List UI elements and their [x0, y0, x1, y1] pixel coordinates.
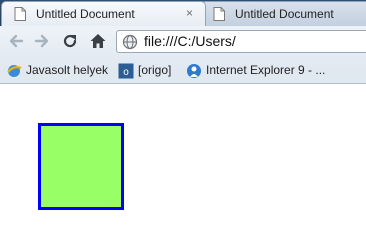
- navigation-toolbar: file:///C:/Users/: [0, 26, 366, 58]
- address-bar[interactable]: file:///C:/Users/: [116, 30, 366, 53]
- bookmark-label: Internet Explorer 9 - ...: [206, 63, 326, 77]
- document-icon: [213, 7, 225, 21]
- back-arrow-icon[interactable]: [6, 31, 26, 51]
- tab-untitled-document-2[interactable]: Untitled Document: [200, 1, 366, 26]
- bookmarks-bar: Javasolt helyek o [origo] Internet Explo…: [0, 58, 366, 84]
- tab-title: Untitled Document: [36, 7, 135, 21]
- bookmark-label: Javasolt helyek: [26, 63, 109, 77]
- green-square: [38, 123, 124, 210]
- origo-icon: o: [118, 63, 134, 79]
- tab-title: Untitled Document: [235, 7, 334, 21]
- tab-untitled-document-1[interactable]: Untitled Document ×: [1, 1, 206, 26]
- reload-icon[interactable]: [60, 31, 80, 51]
- ie9-icon: [186, 63, 202, 79]
- forward-arrow-icon[interactable]: [32, 31, 52, 51]
- document-icon: [14, 7, 26, 21]
- tab-strip: Untitled Document × Untitled Document: [0, 0, 366, 26]
- suggested-sites-icon: [6, 63, 22, 79]
- close-tab-icon[interactable]: ×: [186, 6, 193, 20]
- bookmark-label: [origo]: [138, 63, 172, 77]
- svg-text:o: o: [123, 67, 129, 78]
- address-text: file:///C:/Users/: [144, 33, 236, 49]
- home-icon[interactable]: [88, 31, 108, 51]
- page-icon: [122, 34, 138, 50]
